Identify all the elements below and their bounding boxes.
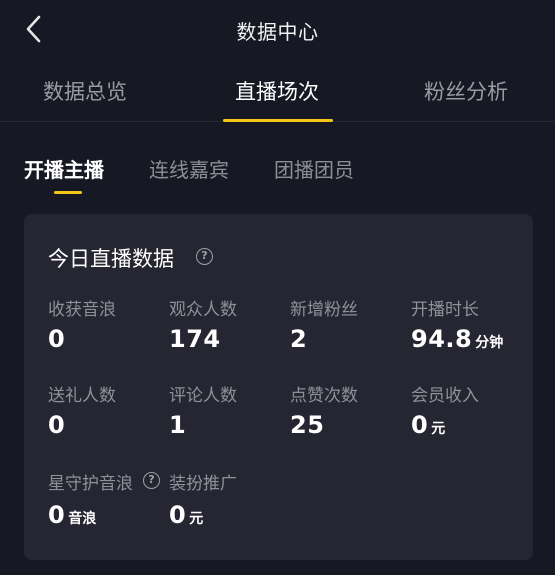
stat-value: 0元	[411, 411, 446, 439]
stat-value: 1	[169, 411, 187, 439]
nav-bar: 数据中心	[0, 0, 555, 58]
subtab-guest[interactable]: 连线嘉宾	[149, 154, 229, 183]
sub-tab-bar: 开播主播 连线嘉宾 团播团员	[0, 122, 555, 202]
stat-value: 174	[169, 325, 221, 353]
subtab-group-member[interactable]: 团播团员	[274, 154, 354, 183]
stat-label: 星守护音浪	[48, 474, 133, 494]
stat-label: 装扮推广	[169, 474, 237, 494]
stat-label: 观众人数	[169, 300, 237, 320]
stat-value: 0 音浪	[48, 501, 97, 529]
stat-value: 2	[290, 325, 308, 353]
stat-value: 94.8 分钟	[411, 325, 504, 353]
tab-live-sessions[interactable]: 直播场次	[235, 76, 319, 106]
card-title: 今日直播数据	[48, 247, 174, 271]
top-tab-bar: 数据总览 直播场次 粉丝分析	[0, 58, 555, 122]
stat-label: 会员收入	[411, 386, 479, 406]
stat-value: 0	[48, 325, 66, 353]
question-circle-icon[interactable]: ?	[196, 248, 213, 265]
stat-label: 评论人数	[169, 386, 237, 406]
stat-value: 25	[290, 411, 325, 439]
active-subtab-indicator	[54, 191, 82, 194]
tab-data-overview[interactable]: 数据总览	[43, 76, 127, 106]
stat-label: 开播时长	[411, 300, 479, 320]
page-title: 数据中心	[236, 20, 319, 44]
stat-label: 送礼人数	[48, 386, 116, 406]
stat-unit: 音浪	[68, 511, 97, 527]
stat-value: 0	[48, 411, 66, 439]
stat-label: 新增粉丝	[290, 300, 358, 320]
stat-value: 0元	[169, 501, 204, 529]
question-circle-icon[interactable]: ?	[143, 472, 160, 489]
stat-unit: 元	[431, 421, 446, 437]
today-live-data-card: 今日直播数据 ? 收获音浪 0 观众人数 174 新增粉丝 2 开播时长 94.…	[24, 214, 533, 560]
stat-unit: 分钟	[475, 335, 504, 351]
stat-label: 点赞次数	[290, 386, 358, 406]
subtab-host[interactable]: 开播主播	[24, 154, 104, 183]
stat-label: 收获音浪	[48, 300, 116, 320]
tab-fan-analysis[interactable]: 粉丝分析	[424, 76, 508, 106]
stat-unit: 元	[189, 511, 204, 527]
